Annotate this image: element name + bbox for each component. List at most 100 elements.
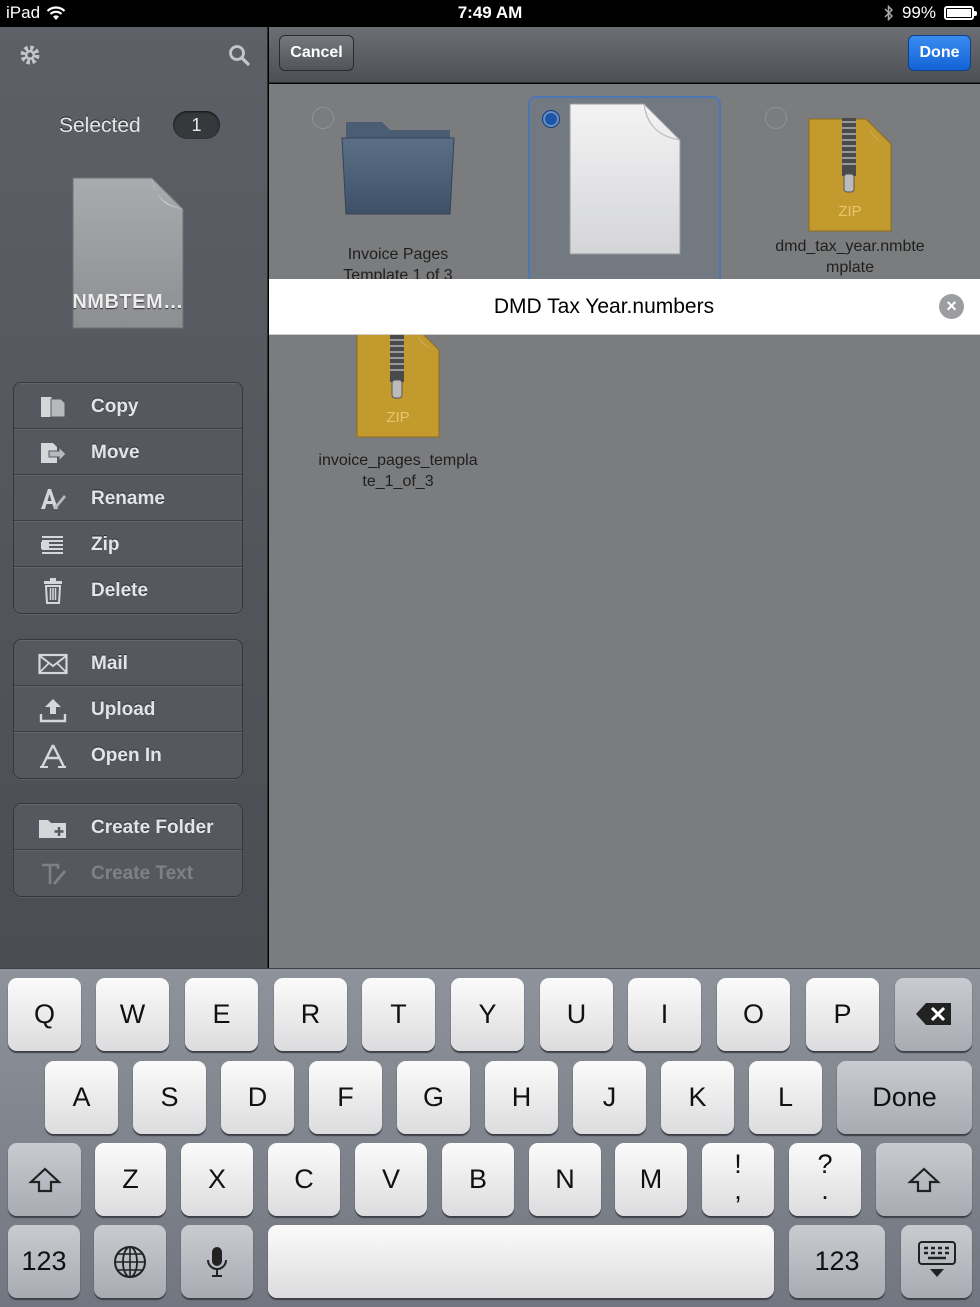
- key-h[interactable]: H: [485, 1061, 558, 1134]
- selected-summary: Selected 1: [0, 111, 268, 141]
- key-l[interactable]: L: [749, 1061, 822, 1134]
- key-v[interactable]: V: [355, 1143, 427, 1216]
- key-k[interactable]: K: [661, 1061, 734, 1134]
- selected-label: Selected: [59, 114, 141, 137]
- key-x[interactable]: X: [181, 1143, 253, 1216]
- shift-key-left[interactable]: [8, 1143, 81, 1216]
- search-icon[interactable]: [224, 40, 254, 70]
- key-a[interactable]: A: [45, 1061, 118, 1134]
- battery-icon: [944, 6, 977, 20]
- rename-input[interactable]: [269, 279, 939, 335]
- file-item-zip-tax-year[interactable]: ZIP dmd_tax_year.nmbte mplate: [760, 118, 940, 278]
- numbers-key-left[interactable]: 123: [8, 1225, 80, 1298]
- key-c[interactable]: C: [268, 1143, 340, 1216]
- trash-icon: [38, 578, 68, 604]
- key-i[interactable]: I: [628, 978, 701, 1051]
- zip-button[interactable]: Zip: [14, 521, 242, 567]
- mail-button[interactable]: Mail: [14, 640, 242, 686]
- globe-key[interactable]: [94, 1225, 166, 1298]
- key-j[interactable]: J: [573, 1061, 646, 1134]
- backspace-key[interactable]: [895, 978, 972, 1051]
- toolbar: Cancel Done: [269, 27, 980, 83]
- key-r[interactable]: R: [274, 978, 347, 1051]
- file-item-folder[interactable]: Invoice Pages Template 1 of 3: [309, 114, 487, 286]
- key-p[interactable]: P: [806, 978, 879, 1051]
- move-icon: [38, 440, 68, 466]
- rename-button[interactable]: Rename: [14, 475, 242, 521]
- space-key[interactable]: [268, 1225, 774, 1298]
- onscreen-keyboard: Q W E R T Y U I O P A S D F G H J K L Do…: [0, 968, 980, 1307]
- key-q[interactable]: Q: [8, 978, 81, 1051]
- open-in-button[interactable]: Open In: [14, 732, 242, 778]
- open-in-icon: [38, 743, 68, 769]
- file-item-document[interactable]: [569, 103, 681, 261]
- microphone-icon: [207, 1247, 227, 1277]
- selected-count-badge: 1: [173, 111, 220, 139]
- key-w[interactable]: W: [96, 978, 169, 1051]
- file-grid: Invoice Pages Template 1 of 3 ZIP dmd_ta…: [269, 84, 980, 968]
- delete-button[interactable]: Delete: [14, 567, 242, 613]
- document-icon: [569, 103, 681, 255]
- done-button[interactable]: Done: [908, 35, 971, 71]
- key-exclamation-comma[interactable]: !,: [702, 1143, 774, 1216]
- key-u[interactable]: U: [540, 978, 613, 1051]
- key-n[interactable]: N: [529, 1143, 601, 1216]
- key-f[interactable]: F: [309, 1061, 382, 1134]
- hide-keyboard-icon: [917, 1241, 956, 1277]
- key-y[interactable]: Y: [451, 978, 524, 1051]
- action-group-file: Copy Move Rename Zip Delete: [13, 382, 243, 614]
- rename-icon: [38, 486, 68, 512]
- svg-text:ZIP: ZIP: [838, 203, 861, 220]
- key-question-period[interactable]: ?.: [789, 1143, 861, 1216]
- file-item-zip-invoice[interactable]: ZIP invoice_pages_templa te_1_of_3: [309, 324, 487, 492]
- hide-keyboard-key[interactable]: [901, 1225, 972, 1298]
- zip-file-icon: ZIP: [808, 118, 892, 232]
- clear-icon[interactable]: ×: [939, 294, 964, 319]
- globe-icon: [114, 1246, 146, 1278]
- key-z[interactable]: Z: [95, 1143, 166, 1216]
- action-group-share: Mail Upload Open In: [13, 639, 243, 779]
- create-folder-button[interactable]: Create Folder: [14, 804, 242, 850]
- upload-button[interactable]: Upload: [14, 686, 242, 732]
- clock: 7:49 AM: [457, 3, 523, 22]
- rename-bar: ×: [269, 279, 980, 335]
- cancel-button[interactable]: Cancel: [279, 35, 354, 71]
- thumbnail-label: NMBTEM…: [72, 291, 184, 313]
- copy-icon: [38, 394, 68, 420]
- key-m[interactable]: M: [615, 1143, 687, 1216]
- sidebar: Selected 1 NMBTEM… Copy Move Rename Zip: [0, 27, 268, 968]
- key-g[interactable]: G: [397, 1061, 470, 1134]
- key-b[interactable]: B: [442, 1143, 514, 1216]
- selected-file-thumbnail: NMBTEM…: [72, 177, 184, 329]
- key-t[interactable]: T: [362, 978, 435, 1051]
- shift-icon: [27, 1167, 62, 1193]
- copy-button[interactable]: Copy: [14, 383, 242, 429]
- status-bar: iPad 7:49 AM 99%: [0, 0, 980, 27]
- keyboard-done-key[interactable]: Done: [837, 1061, 972, 1134]
- battery-percent: 99%: [901, 3, 936, 22]
- battery-fill: [947, 9, 971, 17]
- upload-icon: [38, 697, 68, 723]
- action-group-create: Create Folder Create Text: [13, 803, 243, 897]
- create-text-icon: [38, 861, 68, 887]
- zip-icon: [38, 532, 68, 558]
- dictation-key[interactable]: [181, 1225, 253, 1298]
- create-folder-icon: [38, 815, 68, 841]
- bluetooth-icon: [884, 5, 894, 21]
- shift-key-right[interactable]: [876, 1143, 972, 1216]
- gear-icon[interactable]: [15, 40, 45, 70]
- mail-icon: [38, 651, 68, 677]
- backspace-icon: [915, 1003, 951, 1025]
- key-e[interactable]: E: [185, 978, 258, 1051]
- move-button[interactable]: Move: [14, 429, 242, 475]
- key-d[interactable]: D: [221, 1061, 294, 1134]
- create-text-button[interactable]: Create Text: [14, 850, 242, 896]
- key-s[interactable]: S: [133, 1061, 206, 1134]
- numbers-key-right[interactable]: 123: [789, 1225, 885, 1298]
- file-select-radio-checked[interactable]: [542, 110, 560, 128]
- shift-icon: [907, 1167, 941, 1193]
- key-o[interactable]: O: [717, 978, 790, 1051]
- zip-file-icon: ZIP: [356, 324, 440, 438]
- folder-icon: [341, 122, 455, 215]
- svg-text:ZIP: ZIP: [386, 409, 409, 426]
